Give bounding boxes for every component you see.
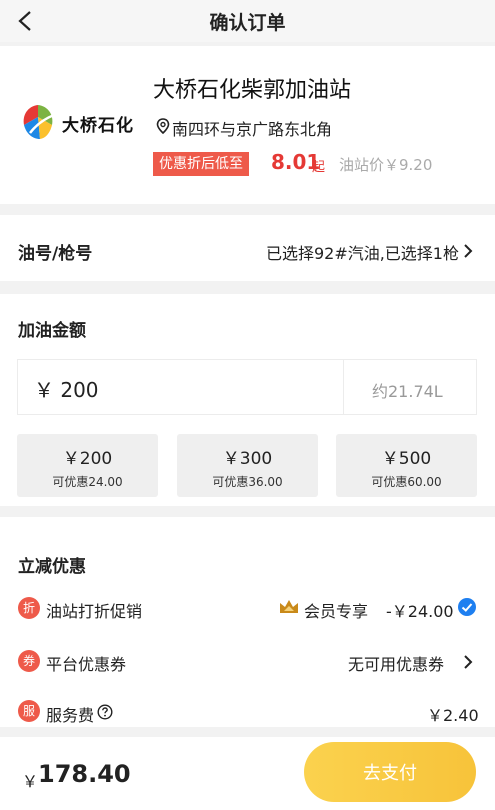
nav-header: 确认订单 <box>0 0 495 42</box>
quick-amount-discount: 可优惠36.00 <box>212 475 283 489</box>
amount-divider <box>343 360 344 414</box>
amount-label: 加油金额 <box>18 321 86 341</box>
checkout-bar: ￥ 178.40 去支付 <box>0 737 495 810</box>
station-promo-label: 油站打折促销 <box>46 602 143 621</box>
quick-amount-discount: 可优惠60.00 <box>371 475 442 489</box>
page-title: 确认订单 <box>209 12 286 34</box>
member-exclusive-label: 会员专享 <box>304 602 369 621</box>
quick-amount-value: ￥200 <box>62 449 113 469</box>
checkmark-icon[interactable] <box>458 598 476 616</box>
oil-value: 已选择92#汽油,已选择1枪 <box>265 244 459 263</box>
help-icon[interactable] <box>97 704 113 720</box>
total-currency: ￥ <box>22 772 39 791</box>
quick-amount-value: ￥300 <box>222 449 273 469</box>
pay-button[interactable]: 去支付 <box>304 742 476 802</box>
coupon-icon: 券 <box>18 650 40 672</box>
station-price: 油站价￥9.20 <box>339 156 433 174</box>
quick-amount-value: ￥500 <box>381 449 432 469</box>
discount-label: 立减优惠 <box>18 557 86 577</box>
quick-amount-discount: 可优惠24.00 <box>52 475 123 489</box>
oil-label: 油号/枪号 <box>18 244 93 264</box>
amount-input-box[interactable]: ￥ 200 约21.74L <box>17 359 477 415</box>
platform-coupon-label[interactable]: 平台优惠券 <box>46 651 126 675</box>
station-name: 大桥石化柴郭加油站 <box>153 78 352 103</box>
promo-badge: 优惠折后低至 <box>153 152 249 176</box>
oil-selector-row[interactable]: 油号/枪号 已选择92#汽油,已选择1枪 <box>0 215 495 281</box>
quick-amount-300[interactable]: ￥300 可优惠36.00 <box>177 434 318 497</box>
amount-liters: 约21.74L <box>372 382 443 401</box>
amount-input[interactable]: ￥ 200 <box>34 374 99 403</box>
amount-section: 加油金额 ￥ 200 约21.74L ￥200 可优惠24.00 ￥300 可优… <box>0 294 495 506</box>
discount-section: 立减优惠 折 油站打折促销 会员专享 -￥24.00 券 平台优惠券 无可用优惠… <box>0 517 495 727</box>
discount-tag-icon: 折 <box>18 597 40 619</box>
chevron-right-icon <box>464 655 473 669</box>
service-fee-value: ￥2.40 <box>427 706 479 725</box>
quick-amount-500[interactable]: ￥500 可优惠60.00 <box>336 434 477 497</box>
crown-icon <box>280 600 298 613</box>
station-logo-icon <box>23 105 55 139</box>
location-pin-icon <box>156 118 170 134</box>
quick-amount-200[interactable]: ￥200 可优惠24.00 <box>17 434 158 497</box>
station-promo-value: -￥24.00 <box>386 602 454 621</box>
chevron-right-icon <box>464 244 473 258</box>
station-logo-text: 大桥石化 <box>62 116 134 136</box>
promo-price-suffix: 起 <box>312 160 326 175</box>
total-amount: 178.40 <box>38 760 131 788</box>
service-fee-label: 服务费 <box>46 706 95 725</box>
service-fee-icon: 服 <box>18 700 40 722</box>
platform-coupon-value[interactable]: 无可用优惠券 <box>348 651 444 675</box>
station-address: 南四环与京广路东北角 <box>172 120 333 139</box>
